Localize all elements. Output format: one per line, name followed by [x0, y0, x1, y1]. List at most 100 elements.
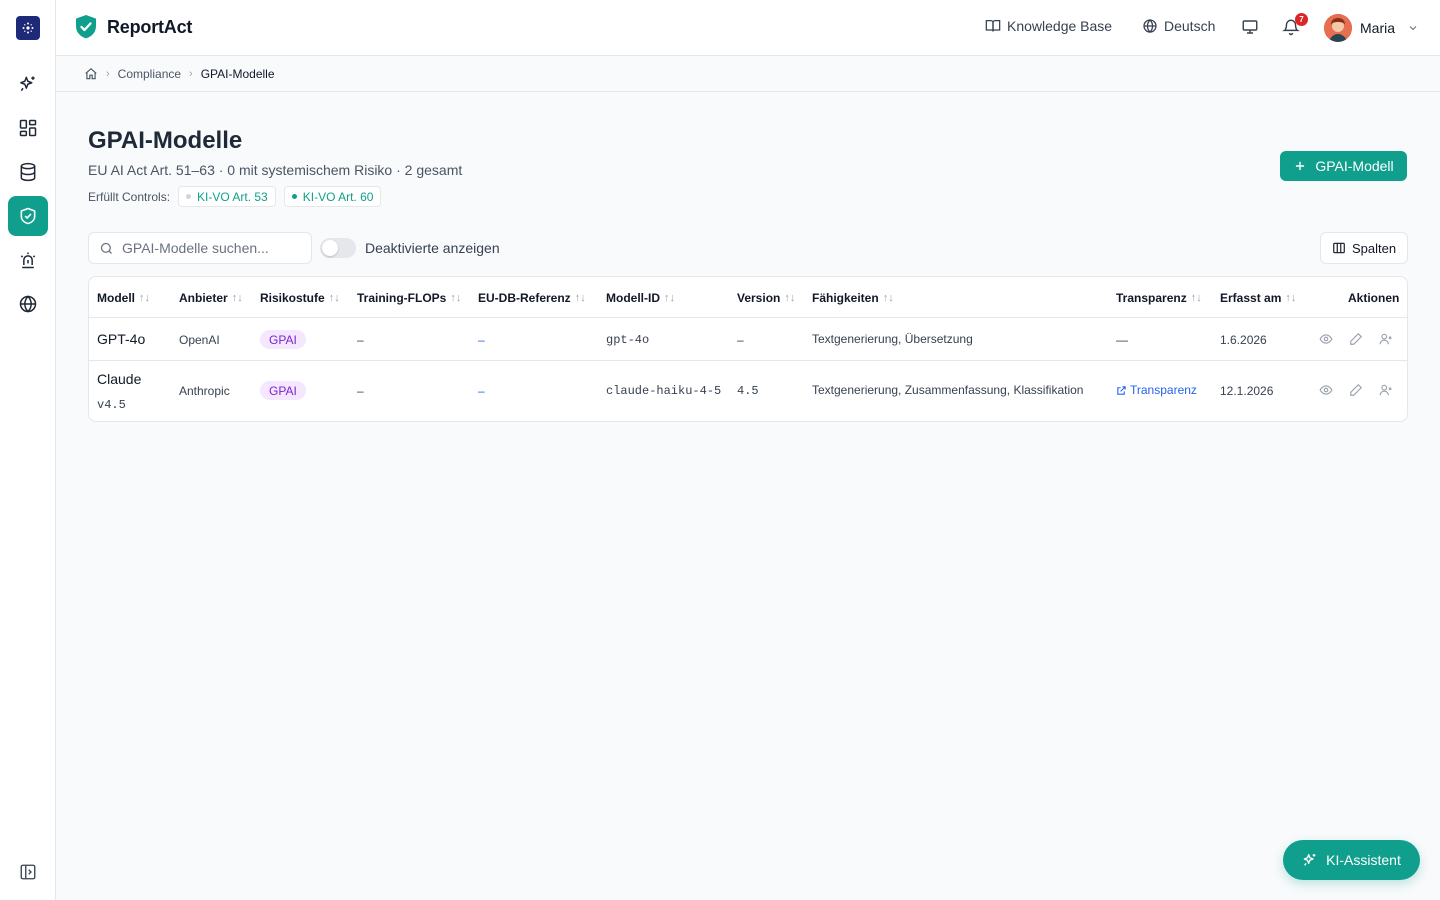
globe-icon [1142, 18, 1158, 34]
show-deactivated-toggle[interactable]: Deaktivierte anzeigen [320, 238, 500, 258]
view-eye-icon[interactable] [1319, 383, 1335, 399]
view-eye-icon[interactable] [1319, 332, 1335, 348]
risk-badge: GPAI [260, 381, 306, 400]
edit-pencil-icon[interactable] [1349, 383, 1365, 399]
eudb-cell: – [478, 384, 485, 398]
flops-cell: – [357, 333, 364, 347]
chevron-down-icon [1407, 22, 1419, 34]
breadcrumb-item-compliance[interactable]: Compliance [118, 67, 181, 81]
column-header-capabilities[interactable]: Fähigkeiten ↑↓ [812, 291, 894, 305]
sort-icon: ↑↓ [1190, 292, 1202, 304]
deactivate-user-x-icon[interactable] [1379, 383, 1395, 399]
column-header-version[interactable]: Version ↑↓ [737, 291, 795, 305]
model-name[interactable]: Claude [97, 371, 141, 387]
column-header-label: Aktionen [1348, 291, 1400, 305]
sidebar [0, 0, 56, 900]
monitor-icon[interactable] [1241, 18, 1261, 38]
column-header-label: EU-DB-Referenz [478, 291, 571, 305]
table-row[interactable]: GPT-4o OpenAI GPAI – – gpt-4o – Textgene… [89, 318, 1407, 361]
sort-icon: ↑↓ [664, 292, 675, 304]
toggle-switch[interactable] [320, 238, 356, 258]
column-header-label: Transparenz [1116, 291, 1187, 305]
column-header-label: Erfasst am [1220, 291, 1282, 305]
model-name[interactable]: GPT-4o [97, 331, 145, 347]
ai-assistant-button[interactable]: KI-Assistent [1283, 840, 1420, 880]
globe-icon [18, 294, 38, 314]
notification-count: 7 [1295, 13, 1308, 26]
page-title: GPAI-Modelle [88, 127, 243, 154]
control-chip[interactable]: KI-VO Art. 53 [178, 186, 276, 207]
breadcrumb-separator-icon: › [189, 67, 193, 80]
eudb-cell: – [478, 333, 485, 347]
controls-label: Erfüllt Controls: [88, 189, 171, 204]
sort-icon: ↑↓ [1285, 292, 1297, 304]
sort-icon: ↑↓ [139, 292, 150, 304]
brand-shield-icon [74, 14, 98, 40]
sort-icon: ↑↓ [328, 292, 340, 304]
sort-icon: ↑↓ [450, 292, 462, 304]
sidebar-item-compliance[interactable] [8, 196, 48, 236]
column-header-created[interactable]: Erfasst am ↑↓ [1220, 291, 1296, 305]
column-header-model[interactable]: Modell ↑↓ [97, 291, 150, 305]
deactivate-user-x-icon[interactable] [1379, 332, 1395, 348]
control-chip-label: KI-VO Art. 53 [197, 189, 268, 204]
status-dot [186, 194, 192, 199]
provider-cell: OpenAI [179, 333, 220, 347]
column-header-risk[interactable]: Risikostufe ↑↓ [260, 291, 340, 305]
columns-button[interactable]: Spalten [1320, 232, 1408, 264]
add-gpai-model-button[interactable]: GPAI-Modell [1280, 151, 1407, 181]
language-label: Deutsch [1164, 18, 1216, 34]
brand[interactable]: ReportAct [74, 14, 192, 40]
transparency-link[interactable]: Transparenz [1116, 383, 1197, 397]
control-chip[interactable]: KI-VO Art. 60 [283, 186, 382, 207]
external-link-icon [1116, 385, 1127, 396]
provider-cell: Anthropic [179, 384, 230, 398]
app-logo-icon[interactable] [16, 16, 40, 40]
search-box[interactable] [88, 232, 312, 264]
sidebar-item-database[interactable] [8, 152, 48, 192]
flops-cell: – [357, 384, 364, 398]
sparkles-icon [1302, 852, 1318, 868]
risk-cell: GPAI [260, 330, 306, 349]
sidebar-toggle-icon[interactable] [16, 860, 40, 884]
transparency-link-label: Transparenz [1130, 383, 1197, 397]
toggle-knob [322, 240, 338, 256]
table-row[interactable]: Claude v4.5 Anthropic GPAI – – claude-ha… [89, 361, 1407, 421]
search-input[interactable] [122, 240, 302, 256]
column-header-label: Training-FLOPs [357, 291, 447, 305]
column-header-label: Fähigkeiten [812, 291, 879, 305]
table-header-row: Modell ↑↓ Anbieter ↑↓ Risikostufe ↑↓ Traini… [89, 277, 1407, 318]
dashboard-icon [18, 118, 38, 138]
risk-badge: GPAI [260, 330, 306, 349]
column-header-actions: Aktionen [1348, 291, 1399, 305]
knowledge-base-label: Knowledge Base [1007, 18, 1113, 34]
column-header-label: Anbieter [179, 291, 228, 305]
sidebar-item-alerts[interactable] [8, 240, 48, 280]
column-header-provider[interactable]: Anbieter ↑↓ [179, 291, 243, 305]
language-switcher[interactable]: Deutsch [1142, 18, 1215, 34]
sort-icon: ↑↓ [882, 292, 894, 304]
status-dot [291, 194, 297, 199]
sidebar-item-global[interactable] [8, 284, 48, 324]
sparkles-icon [18, 74, 38, 94]
created-cell: 1.6.2026 [1220, 333, 1267, 347]
toggle-label: Deaktivierte anzeigen [365, 240, 500, 256]
risk-cell: GPAI [260, 381, 306, 400]
sidebar-item-ai-sparkles[interactable] [8, 64, 48, 104]
home-icon[interactable] [84, 67, 98, 81]
column-header-label: Modell-ID [606, 291, 660, 305]
column-header-flops[interactable]: Training-FLOPs ↑↓ [357, 291, 461, 305]
sidebar-item-dashboard[interactable] [8, 108, 48, 148]
avatar [1324, 14, 1352, 42]
knowledge-base-link[interactable]: Knowledge Base [985, 18, 1112, 34]
column-header-eudb[interactable]: EU-DB-Referenz ↑↓ [478, 291, 586, 305]
user-menu[interactable]: Maria [1324, 14, 1419, 42]
notifications-button[interactable]: 7 [1282, 13, 1308, 38]
capabilities-cell: Textgenerierung, Übersetzung [812, 332, 973, 346]
column-header-model-id[interactable]: Modell-ID ↑↓ [606, 291, 675, 305]
edit-pencil-icon[interactable] [1349, 332, 1365, 348]
column-header-label: Version [737, 291, 781, 305]
add-button-label: GPAI-Modell [1315, 158, 1394, 174]
column-header-transparency[interactable]: Transparenz ↑↓ [1116, 291, 1202, 305]
column-header-label: Modell [97, 291, 135, 305]
